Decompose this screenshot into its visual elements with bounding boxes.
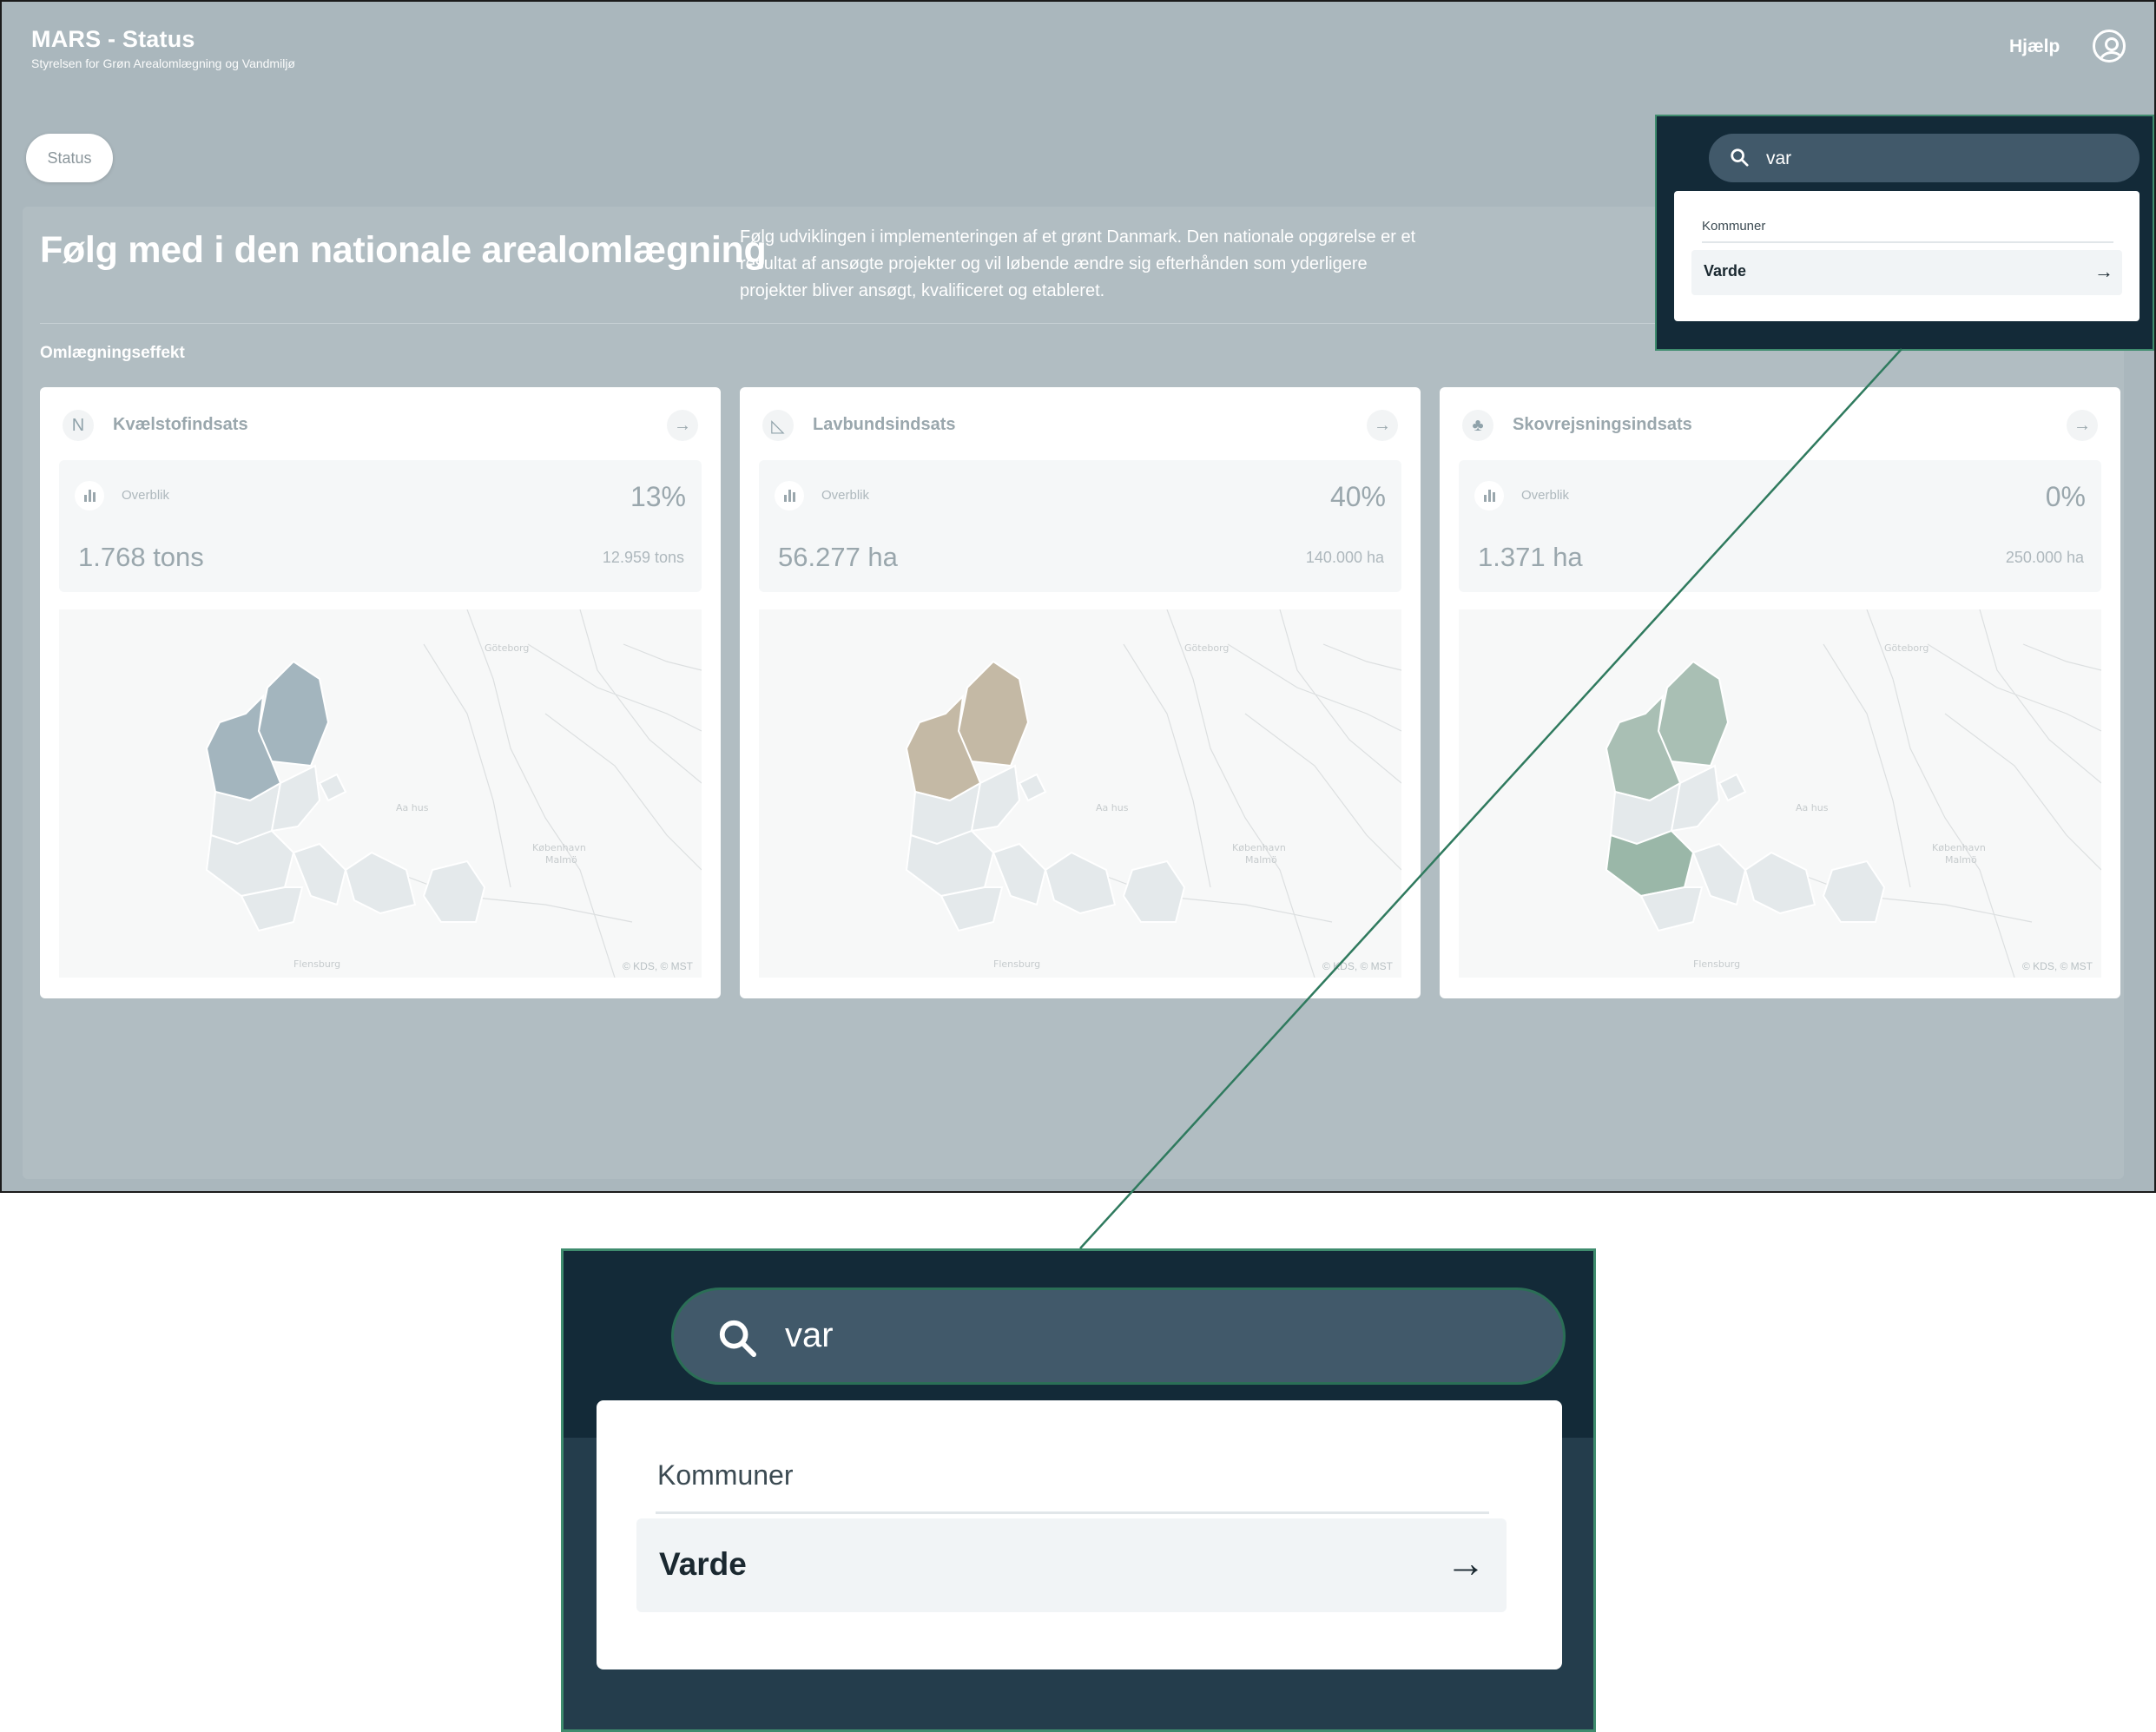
search-result-item[interactable]: Varde → [636, 1518, 1507, 1612]
search-results-dropdown-zoomed: Kommuner Varde → [597, 1400, 1562, 1669]
search-query-text: var [785, 1316, 834, 1354]
divider [656, 1511, 1489, 1514]
zoom-callout: var Kommuner Varde → [561, 1248, 1596, 1732]
search-input-zoomed[interactable]: var [671, 1287, 1566, 1385]
arrow-right-icon: → [1446, 1540, 1486, 1585]
search-icon [719, 1320, 757, 1358]
search-result-label: Varde [659, 1546, 747, 1582]
results-group-heading: Kommuner [657, 1459, 794, 1491]
